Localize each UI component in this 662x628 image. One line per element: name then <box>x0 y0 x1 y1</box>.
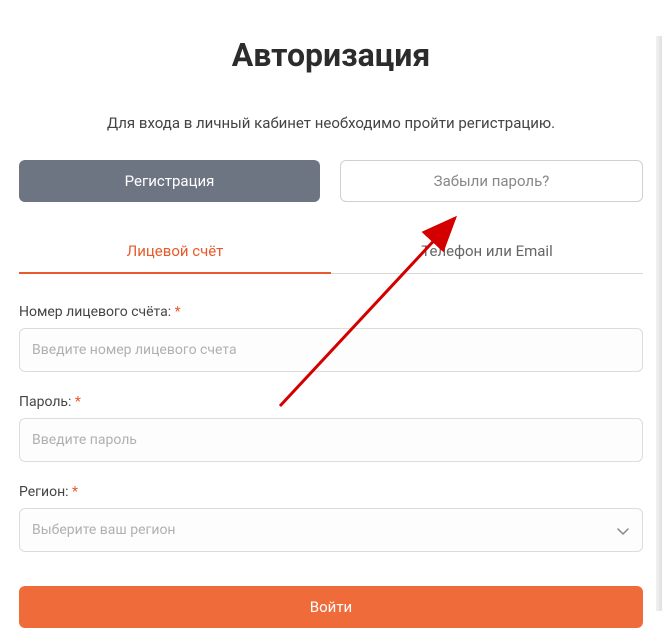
region-label: Регион: * <box>19 484 643 500</box>
required-marker: * <box>75 394 81 410</box>
auth-description: Для входа в личный кабинет необходимо пр… <box>19 114 643 132</box>
forgot-password-button[interactable]: Забыли пароль? <box>340 160 643 202</box>
tab-phone-email[interactable]: Телефон или Email <box>331 232 643 274</box>
page-title: Авторизация <box>19 36 643 74</box>
account-number-input[interactable] <box>19 328 643 372</box>
required-marker: * <box>72 484 78 500</box>
region-select[interactable]: Выберите ваш регион <box>19 508 643 552</box>
password-input[interactable] <box>19 418 643 462</box>
submit-button[interactable]: Войти <box>19 586 643 628</box>
window-edge <box>656 36 662 611</box>
required-marker: * <box>175 304 181 320</box>
password-label: Пароль: * <box>19 394 643 410</box>
account-number-label: Номер лицевого счёта: * <box>19 304 643 320</box>
tab-account[interactable]: Лицевой счёт <box>19 232 331 274</box>
register-button[interactable]: Регистрация <box>19 160 320 202</box>
